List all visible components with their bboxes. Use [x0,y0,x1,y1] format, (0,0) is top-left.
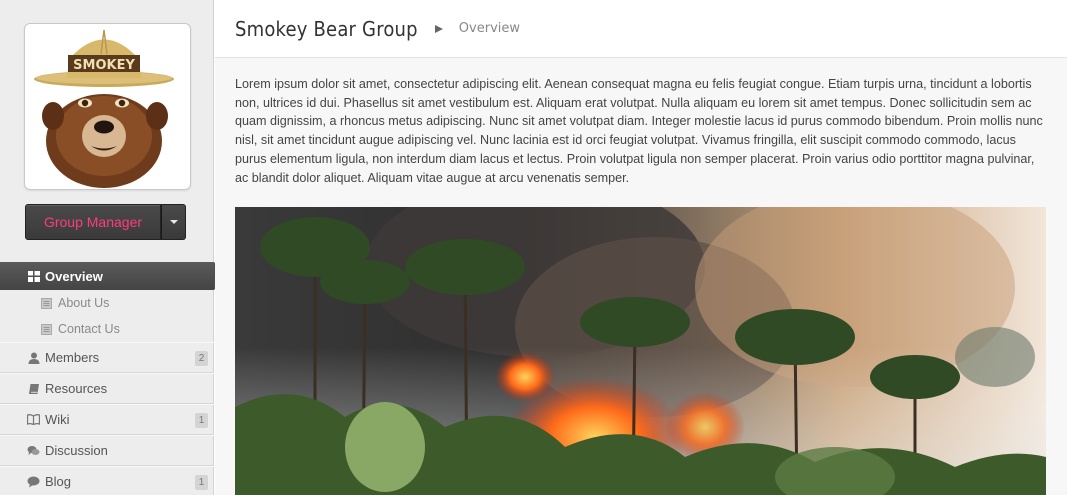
hat-band-text: SMOKEY [73,58,135,73]
caret-down-icon [169,220,178,224]
page-icon [41,323,52,335]
sidebar-item-overview[interactable]: Overview [0,262,226,290]
group-manager-button-group: Group Manager [25,204,186,240]
sidebar-item-label: Wiki [45,412,70,427]
sidebar-item-wiki[interactable]: Wiki 1 [0,404,214,435]
sidebar-item-label: Discussion [45,443,108,458]
page-icon [41,297,52,309]
sidebar: SMOKEY Group Manager Overview About Us C… [0,0,226,495]
sidebar-item-label: Overview [45,268,103,284]
sidebar-subitem-contact-us[interactable]: Contact Us [0,316,214,342]
sidebar-item-discussion[interactable]: Discussion [0,435,214,466]
sidebar-subitem-label: About Us [58,296,110,310]
sidebar-subitem-about-us[interactable]: About Us [0,290,214,316]
sidebar-subitem-label: Contact Us [58,322,120,336]
group-manager-dropdown-toggle[interactable] [161,204,186,240]
sidebar-item-label: Blog [45,474,72,489]
chat-icon [27,444,40,457]
comment-icon [27,475,40,488]
sidebar-item-resources[interactable]: Resources [0,373,214,404]
breadcrumb-arrow-icon [434,24,443,33]
open-book-icon [27,413,40,426]
count-badge: 1 [195,413,208,428]
count-badge: 1 [195,475,208,490]
count-badge: 2 [195,351,208,366]
page-header: Smokey Bear Group Overview [215,0,1067,58]
breadcrumb-current: Overview [458,21,521,36]
wildfire-photo [235,207,1046,495]
sidebar-item-members[interactable]: Members 2 [0,342,214,373]
sidebar-item-label: Members [45,350,100,365]
page-title: Smokey Bear Group [235,16,418,41]
sidebar-item-blog[interactable]: Blog 1 [0,466,214,495]
overview-content: Lorem ipsum dolor sit amet, consectetur … [235,75,1046,187]
main-content-area: Smokey Bear Group Overview Lorem ipsum d… [215,0,1067,495]
overview-description: Lorem ipsum dolor sit amet, consectetur … [235,77,1043,185]
grid-icon [27,270,40,283]
smokey-bear-avatar-image: SMOKEY [34,29,174,188]
book-icon [27,382,40,395]
user-icon [27,351,40,364]
group-avatar[interactable]: SMOKEY [24,23,191,190]
group-manager-button[interactable]: Group Manager [25,204,161,240]
sidebar-item-label: Resources [45,381,108,396]
sidebar-nav: Overview About Us Contact Us Members 2 R… [0,262,226,495]
